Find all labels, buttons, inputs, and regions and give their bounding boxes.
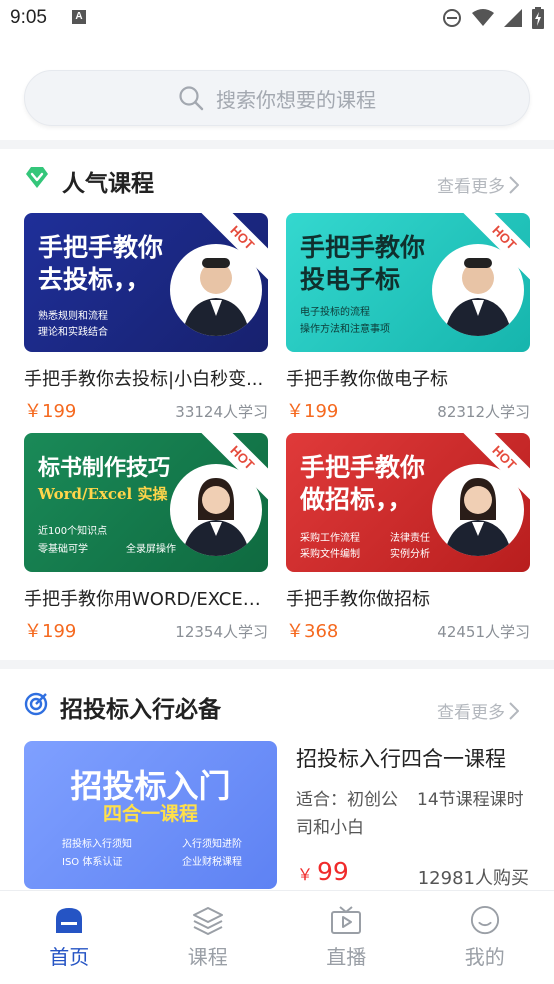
course-name: 手把手教你用WORD/EXCEL... [24, 589, 268, 610]
chevron-right-icon [509, 701, 519, 720]
course-price: ￥368 [286, 621, 339, 642]
thumb-title: 投电子标 [300, 265, 401, 294]
course-meta: ￥199 82312人学习 [286, 397, 530, 423]
featured-course-buyers: 12981人购买 [417, 868, 529, 889]
status-icons [442, 7, 544, 29]
course-meta: ￥199 12354人学习 [24, 617, 268, 643]
section-divider [0, 140, 554, 149]
thumb-bullet: 入行须知进阶 [182, 839, 242, 850]
section-title-guide: 招投标入行必备 [60, 697, 221, 723]
thumb-title: 手把手教你 [300, 233, 426, 262]
tab-label: 课程 [187, 945, 228, 969]
tv-icon [331, 906, 362, 934]
more-label: 查看更多 [437, 177, 505, 197]
thumb-title: 手把手教你 [38, 233, 164, 262]
featured-course-title[interactable]: 招投标入行四合一课程 [296, 743, 506, 773]
tab-live[interactable]: 直播 [277, 891, 416, 984]
tab-label: 我的 [464, 945, 505, 969]
tab-label: 首页 [49, 945, 90, 969]
tab-home[interactable]: 首页 [0, 891, 139, 984]
wifi-icon [472, 9, 494, 26]
course-price: ￥199 [286, 401, 339, 422]
course-card[interactable]: 手把手教你 做招标，， 采购工作流程 法律责任 采购文件编制 实例分析 HOT … [286, 433, 530, 643]
thumb-title: Word/Excel 实操 [38, 485, 168, 503]
do-not-disturb-icon [443, 9, 461, 27]
thumb-bullet: 全录屏操作 [126, 544, 176, 555]
section-divider [0, 660, 554, 669]
learner-count: 12354人学习 [175, 623, 268, 641]
thumb-bullet: 近100个知识点 [38, 526, 108, 537]
chevron-right-icon [509, 175, 519, 194]
thumb-bullet: 实例分析 [390, 549, 430, 560]
course-name: 手把手教你去投标|小白秒变... [24, 369, 264, 390]
target-icon [24, 692, 48, 716]
thumb-bullet: 招投标入行须知 [62, 839, 132, 850]
learner-count: 33124人学习 [175, 403, 268, 421]
thumb-bullet: ISO 体系认证 [62, 857, 123, 868]
thumb-bullet: 操作方法和注意事项 [300, 324, 390, 335]
tab-label: 直播 [326, 945, 367, 969]
diamond-icon [26, 167, 48, 188]
course-price: ￥199 [24, 401, 77, 422]
guide-more-link[interactable]: 查看更多 [437, 698, 519, 723]
course-meta: ￥199 33124人学习 [24, 397, 268, 423]
search-icon [179, 86, 204, 111]
popular-more-link[interactable]: 查看更多 [437, 172, 519, 197]
thumb-title: 去投标，， [38, 265, 151, 294]
smile-icon [470, 905, 499, 935]
course-name: 手把手教你做招标 [286, 589, 430, 610]
featured-course-audience: 适合：初创公司和小白 [296, 790, 398, 838]
notification-icon: A [72, 10, 86, 24]
battery-icon [532, 7, 544, 29]
thumb-bullet: 采购工作流程 [300, 533, 360, 544]
course-card[interactable]: 手把手教你 去投标，， 熟悉规则和流程 理论和实践结合 HOT 手把手教你去投标… [24, 213, 268, 423]
search-bar[interactable]: 搜索你想要的课程 [24, 70, 530, 126]
thumb-title: 标书制作技巧 [38, 455, 171, 481]
tab-mine[interactable]: 我的 [416, 891, 554, 984]
course-card[interactable]: 手把手教你 投电子标 电子投标的流程 操作方法和注意事项 HOT 手把手教你做电… [286, 213, 530, 423]
thumb-bullet: 企业财税课程 [182, 857, 242, 868]
price-value: 99 [317, 857, 349, 886]
course-thumbnail: 手把手教你 去投标，， 熟悉规则和流程 理论和实践结合 HOT [24, 213, 268, 352]
course-card[interactable]: 标书制作技巧 Word/Excel 实操 近100个知识点 零基础可学 全录屏操… [24, 433, 268, 643]
featured-course-thumbnail[interactable]: 招投标入门 四合一课程 招投标入行须知 入行须知进阶 ISO 体系认证 企业财税… [24, 741, 277, 889]
course-thumbnail: 手把手教你 做招标，， 采购工作流程 法律责任 采购文件编制 实例分析 HOT [286, 433, 530, 572]
status-time: 9:05 [10, 7, 47, 28]
course-thumbnail: 手把手教你 投电子标 电子投标的流程 操作方法和注意事项 HOT [286, 213, 530, 352]
featured-course-lessons: 14节课程课时 [417, 790, 524, 810]
signal-icon [504, 9, 522, 27]
thumb-bullet: 法律责任 [390, 533, 430, 544]
thumb-bullet: 熟悉规则和流程 [38, 311, 108, 322]
course-name: 手把手教你做电子标 [286, 369, 448, 390]
thumb-title: 手把手教你 [300, 453, 426, 482]
learner-count: 42451人学习 [437, 623, 530, 641]
section-title-popular: 人气课程 [62, 171, 154, 197]
thumb-title: 做招标，， [300, 485, 413, 514]
thumb-bullet: 采购文件编制 [300, 549, 360, 560]
course-meta: ￥368 42451人学习 [286, 617, 530, 643]
learner-count: 82312人学习 [437, 403, 530, 421]
more-label: 查看更多 [437, 703, 505, 723]
status-bar: 9:05 A [0, 0, 554, 40]
featured-course-price: ￥ 99 [297, 857, 349, 886]
bottom-tab-bar: 首页 课程 直播 我的 [0, 890, 554, 984]
price-symbol: ￥ [297, 865, 314, 884]
search-placeholder: 搜索你想要的课程 [216, 87, 376, 112]
course-thumbnail: 标书制作技巧 Word/Excel 实操 近100个知识点 零基础可学 全录屏操… [24, 433, 268, 572]
thumb-bullet: 理论和实践结合 [38, 327, 108, 338]
thumb-subtitle: 四合一课程 [102, 803, 198, 825]
thumb-bullet: 零基础可学 [38, 544, 88, 555]
thumb-bullet: 电子投标的流程 [300, 307, 370, 318]
tab-courses[interactable]: 课程 [139, 891, 278, 984]
home-icon [56, 908, 83, 933]
layers-icon [192, 907, 223, 935]
course-price: ￥199 [24, 621, 77, 642]
